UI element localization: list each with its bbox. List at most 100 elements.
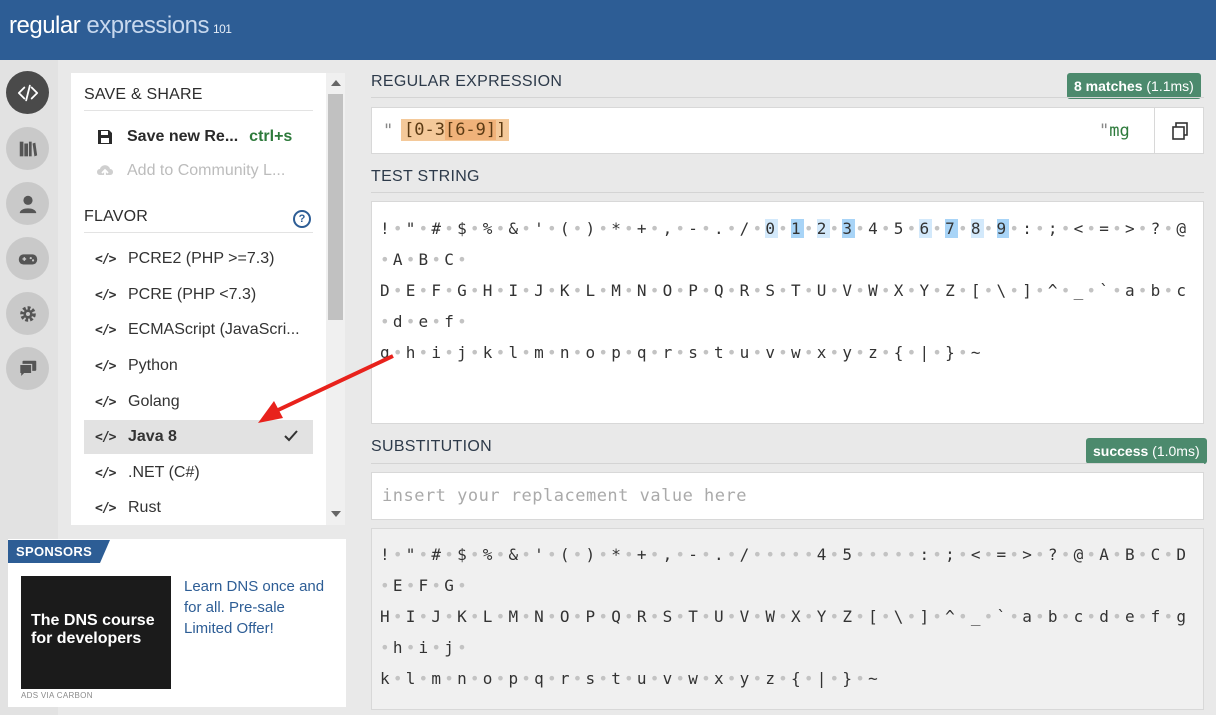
whitespace-dot: • (1137, 219, 1151, 238)
annotation-arrow-icon (258, 354, 394, 423)
ads-via-carbon[interactable]: ADS VIA CARBON (21, 691, 93, 700)
whitespace-dot: • (1035, 219, 1048, 238)
whitespace-dot: • (855, 281, 869, 300)
whitespace-dot: • (1009, 281, 1023, 300)
whitespace-dot: • (893, 545, 907, 564)
whitespace-dot: • (457, 576, 470, 595)
save-new-regex-button[interactable]: Save new Re... ctrl+s (96, 125, 292, 149)
whitespace-dot: • (778, 219, 791, 238)
whitespace-dot: • (855, 669, 869, 688)
rail-quiz-button[interactable] (6, 237, 49, 280)
whitespace-dot: • (572, 607, 586, 626)
whitespace-dot: • (405, 250, 419, 269)
code-icon: </> (95, 429, 116, 445)
rail-chat-button[interactable] (6, 347, 49, 390)
whitespace-dot: • (932, 607, 946, 626)
flavor-item[interactable]: </> PCRE2 (PHP >=7.3) (84, 242, 313, 276)
test-text-segment: • (804, 219, 817, 238)
regex-flags[interactable]: "mg (1099, 121, 1130, 141)
flavor-label: PCRE2 (PHP >=7.3) (128, 250, 275, 267)
whitespace-dot: • (726, 669, 740, 688)
whitespace-dot: • (469, 545, 483, 564)
whitespace-dot: • (803, 281, 817, 300)
match-count: 8 matches (1074, 78, 1143, 94)
test-string-text[interactable]: !•"•#•$•%•&•'•(•)•*•+•,•-•.•/•0•1•2•3•4•… (380, 213, 1198, 368)
whitespace-dot: • (1137, 281, 1151, 300)
rail-account-button[interactable] (6, 182, 49, 225)
whitespace-dot: • (855, 545, 869, 564)
scroll-up-arrow-icon[interactable] (331, 80, 341, 86)
whitespace-dot: • (1086, 545, 1100, 564)
whitespace-dot: • (380, 312, 393, 331)
regex-pattern[interactable]: [0-3[6-9]] (401, 119, 510, 141)
user-icon (19, 195, 36, 213)
checkmark-icon (284, 430, 298, 442)
code-icon: </> (95, 251, 116, 267)
match-highlight: 6 (919, 219, 933, 238)
substitution-input-box[interactable] (371, 472, 1204, 520)
whitespace-dot: • (546, 343, 560, 362)
whitespace-dot: • (444, 669, 458, 688)
whitespace-dot: • (457, 638, 470, 657)
logo-accent-text: expressions (80, 12, 209, 39)
whitespace-dot: • (572, 343, 586, 362)
whitespace-dot: • (1137, 545, 1151, 564)
logo-version: 101 (212, 22, 232, 36)
whitespace-dot: • (752, 669, 766, 688)
regex-pattern-part: [0-3 (404, 120, 445, 140)
whitespace-dot: • (1009, 607, 1023, 626)
whitespace-dot: • (752, 607, 766, 626)
whitespace-dot: • (829, 607, 843, 626)
substitution-input[interactable] (372, 473, 1203, 519)
whitespace-dot: • (495, 607, 509, 626)
scroll-down-arrow-icon[interactable] (331, 511, 341, 517)
whitespace-dot: • (726, 545, 740, 564)
whitespace-dot: • (803, 545, 817, 564)
flavor-label: PCRE (PHP <7.3) (128, 286, 257, 303)
divider (371, 192, 1204, 193)
whitespace-dot: • (803, 669, 817, 688)
ad-image[interactable]: The DNS course for developers (21, 576, 171, 689)
whitespace-dot: • (598, 219, 612, 238)
rail-library-button[interactable] (6, 127, 49, 170)
sidebar-scrollbar-thumb[interactable] (328, 94, 343, 320)
regex-input[interactable]: " [0-3[6-9]] "mg (371, 107, 1204, 154)
code-icon (17, 84, 38, 101)
regex-close-delimiter: " (1099, 121, 1110, 141)
flavor-label: Java 8 (128, 428, 177, 445)
whitespace-dot: • (803, 607, 817, 626)
match-highlight: 3 (842, 219, 856, 238)
flavor-item[interactable]: </> ECMAScript (JavaScri... (84, 313, 313, 347)
copy-regex-button[interactable] (1154, 108, 1204, 153)
flavor-item[interactable]: </> PCRE (PHP <7.3) (84, 278, 313, 312)
whitespace-dot: • (1163, 219, 1177, 238)
flavor-label: Python (128, 357, 178, 374)
whitespace-dot: • (1112, 281, 1125, 300)
whitespace-dot: • (701, 607, 714, 626)
code-icon: </> (95, 358, 116, 374)
substitution-status-badge: success (1.0ms) (1086, 438, 1207, 464)
flavor-item[interactable]: </> Rust (84, 491, 313, 525)
test-string-editor[interactable]: !•"•#•$•%•&•'•(•)•*•+•,•-•.•/•0•1•2•3•4•… (371, 201, 1204, 424)
whitespace-dot: • (957, 281, 971, 300)
add-to-community-button[interactable]: Add to Community L... (96, 159, 285, 183)
whitespace-dot: • (829, 343, 843, 362)
whitespace-dot: • (469, 219, 483, 238)
whitespace-dot: • (405, 576, 419, 595)
ad-link-text[interactable]: Learn DNS once and for all. Pre-sale Lim… (184, 576, 334, 639)
help-icon[interactable]: ? (293, 210, 311, 228)
library-icon (19, 141, 37, 156)
whitespace-dot: • (778, 343, 791, 362)
whitespace-dot: • (855, 607, 869, 626)
whitespace-dot: • (392, 545, 406, 564)
match-highlight: 7 (945, 219, 958, 238)
whitespace-dot: • (675, 545, 689, 564)
rail-settings-button[interactable] (6, 292, 49, 335)
whitespace-dot: • (1009, 545, 1023, 564)
whitespace-dot: • (1035, 545, 1048, 564)
flavor-item[interactable]: </> .NET (C#) (84, 456, 313, 490)
whitespace-dot: • (457, 250, 470, 269)
whitespace-dot: • (380, 638, 393, 657)
app-logo[interactable]: regular expressions 101 (9, 12, 232, 40)
rail-editor-button[interactable] (6, 71, 49, 114)
